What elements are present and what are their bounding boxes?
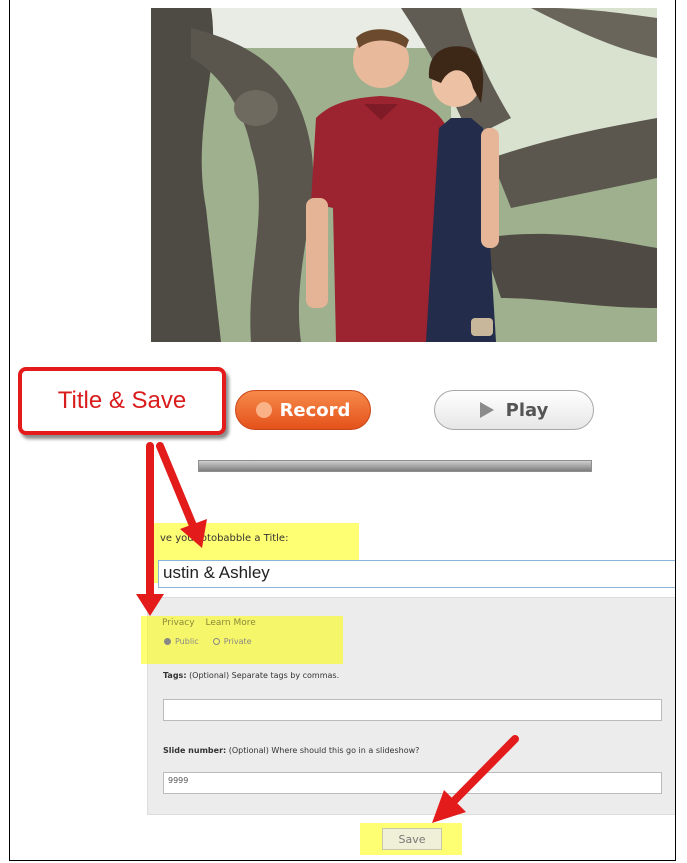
record-button-label: Record [279, 399, 351, 421]
tags-label-hint: (Optional) Separate tags by commas. [189, 671, 340, 680]
title-input[interactable]: ustin & Ashley [158, 560, 675, 588]
record-icon [255, 402, 272, 418]
tags-input[interactable] [163, 699, 662, 721]
play-button[interactable]: Play [434, 390, 594, 430]
tags-label: Tags: (Optional) Separate tags by commas… [163, 671, 339, 680]
save-button[interactable]: Save [382, 828, 442, 850]
learn-more-link[interactable]: Learn More [205, 618, 255, 628]
play-icon [479, 402, 494, 418]
slide-number-label: Slide number: (Optional) Where should th… [163, 746, 419, 755]
tags-label-bold: Tags: [163, 671, 187, 680]
audio-progress-bar[interactable] [198, 460, 592, 472]
privacy-label: Privacy [162, 618, 195, 628]
public-option[interactable]: Public [164, 637, 199, 646]
slide-label-bold: Slide number: [163, 746, 227, 755]
private-option[interactable]: Private [212, 637, 252, 646]
public-label: Public [175, 637, 199, 646]
couple-photo [151, 8, 657, 342]
privacy-options: Public Private [164, 637, 252, 646]
private-label: Private [223, 637, 252, 646]
slide-number-input[interactable]: 9999 [163, 772, 662, 794]
record-button[interactable]: Record [235, 390, 371, 430]
play-button-label: Play [505, 399, 549, 421]
title-prompt: ve your otobabble a Title: [160, 533, 289, 544]
title-save-callout: Title & Save [18, 367, 226, 435]
public-radio-icon [164, 638, 171, 645]
private-radio-icon [212, 638, 220, 645]
slide-label-hint: (Optional) Where should this go in a sli… [228, 746, 420, 755]
privacy-row: Privacy Learn More [162, 618, 264, 628]
